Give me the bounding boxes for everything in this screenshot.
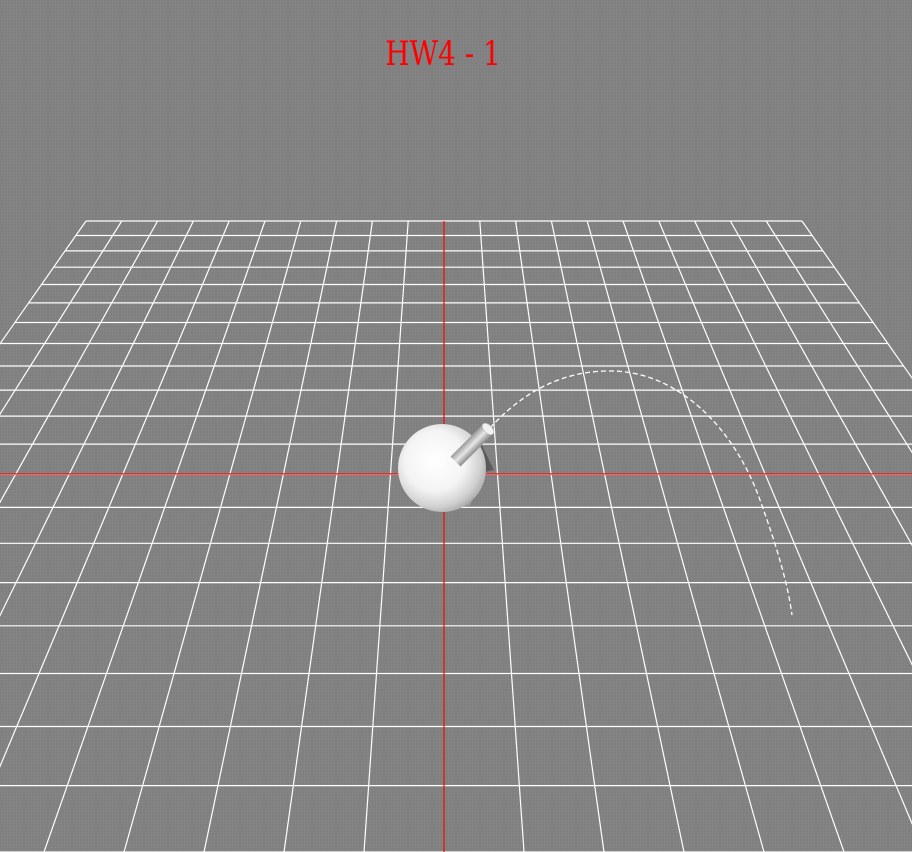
grid-line-vertical — [203, 220, 338, 852]
grid-line-vertical — [0, 220, 230, 768]
grid-horizontal-lines — [0, 220, 912, 852]
grid-line-vertical — [694, 220, 912, 666]
grid-line-vertical — [515, 220, 605, 852]
grid-line-vertical — [765, 220, 912, 454]
grid-line-vertical — [363, 220, 409, 852]
cannon-model[interactable] — [398, 421, 496, 512]
grid-line-vertical — [283, 220, 373, 852]
grid-line-vertical — [123, 220, 302, 852]
grid-line-vertical — [0, 220, 123, 416]
3d-viewport[interactable]: HW4 - 1 — [0, 0, 912, 852]
scene-canvas — [0, 220, 912, 852]
axes — [0, 221, 912, 852]
grid-line-vertical — [801, 220, 912, 380]
grid-line-vertical — [0, 220, 159, 504]
grid-line-vertical — [586, 220, 765, 852]
grid-line-vertical — [479, 220, 525, 852]
grid-line-vertical — [658, 220, 912, 825]
grid-vertical-lines — [0, 220, 912, 852]
grid-line-vertical — [0, 220, 87, 345]
projectile-trajectory — [489, 370, 793, 616]
grid-line-vertical — [550, 220, 685, 852]
grid-line-vertical — [43, 220, 266, 852]
grid-line-vertical — [622, 220, 845, 852]
